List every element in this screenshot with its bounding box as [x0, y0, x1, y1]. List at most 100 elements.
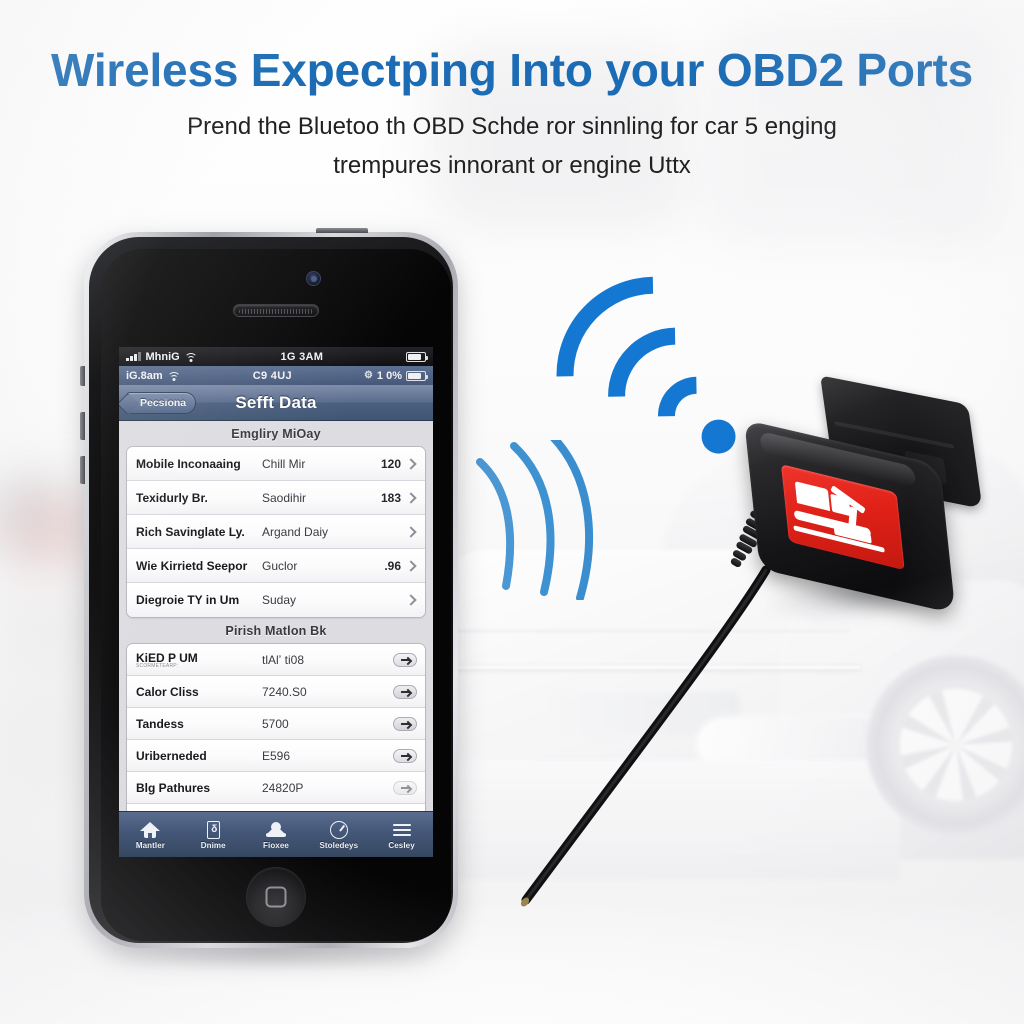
table-row[interactable]: Uriberneded E596 — [127, 740, 425, 772]
page-subtitle-line1: Prend the Bluetoo th OBD Schde ror sinnl… — [187, 113, 837, 140]
tab-label: Mantler — [135, 840, 165, 850]
obd2-bluetooth-dongle — [731, 375, 1004, 637]
table-row[interactable]: Calor Cliss 7240.S0 — [127, 676, 425, 708]
tab-label: Fioxee — [263, 840, 289, 850]
document-icon: δ — [203, 820, 223, 840]
arrow-right-icon[interactable] — [393, 652, 417, 667]
tab-fioxee[interactable]: Fioxee — [245, 812, 308, 857]
wifi-icon — [184, 352, 198, 362]
data-list[interactable]: Emgliry MiOay Mobile Inconaaing Chill Mi… — [119, 421, 433, 811]
row-value: Suday — [262, 593, 297, 607]
app-screen: MhniG 1G 3AM iG.8am C9 4UJ ⚙ 1 0% Pecsio… — [119, 347, 433, 857]
chevron-right-icon — [405, 559, 417, 572]
home-button-square-icon — [265, 886, 287, 908]
menu-icon — [392, 820, 412, 840]
row-label: Mobile Inconaaing — [136, 456, 241, 471]
row-value: 7240.S0 — [262, 684, 307, 699]
row-label: Tandess — [136, 716, 184, 731]
row-value: E596 — [262, 748, 291, 763]
mute-switch[interactable] — [80, 366, 85, 386]
back-button[interactable]: Pecsiona — [126, 391, 197, 414]
home-icon — [140, 820, 161, 840]
tab-mantler[interactable]: Mantler — [119, 812, 182, 857]
table-row[interactable]: KiED P UM SCORMETEARP: tlAlʼ ti08 — [127, 644, 425, 676]
arrow-right-icon[interactable] — [393, 748, 417, 763]
clock-label: C9 4UJ — [252, 369, 292, 382]
clock-label: 1G 3AM — [280, 350, 324, 363]
chevron-right-icon — [405, 457, 417, 470]
row-value: Saodihir — [262, 490, 307, 505]
status-bar-left: MhniG — [126, 351, 198, 363]
row-label: Diegroie TY in Um — [136, 593, 240, 607]
signal-bars-icon — [126, 352, 141, 361]
navigation-bar: Pecsiona Sefft Data — [119, 385, 433, 421]
table-row[interactable]: Texidurly Br. Saodihir 183 — [127, 481, 425, 515]
chevron-right-icon — [405, 525, 417, 538]
row-number: 120 — [380, 456, 401, 471]
battery-icon — [406, 370, 428, 381]
volume-down-button[interactable] — [80, 456, 85, 484]
table-row[interactable]: Blg Pathures 24820P — [127, 772, 425, 804]
page-subtitle: Prend the Bluetoo th OBD Schde ror sinnl… — [90, 108, 934, 186]
tab-cesley[interactable]: Cesley — [370, 812, 433, 857]
row-value: tlAlʼ ti08 — [262, 652, 305, 667]
wifi-icon — [167, 371, 181, 381]
status-bar-top: MhniG 1G 3AM — [119, 347, 433, 366]
table-row[interactable]: Wie Kirrietd Seepor Guclor .96 — [127, 549, 425, 583]
volume-up-button[interactable] — [80, 412, 85, 440]
battery-icon — [406, 351, 428, 362]
row-value: Chill Mir — [262, 456, 306, 471]
row-label: Uriberneded — [136, 748, 207, 763]
battery-percent-label: 1 0% — [376, 369, 402, 382]
chevron-right-icon — [405, 491, 417, 504]
phone-glass: MhniG 1G 3AM iG.8am C9 4UJ ⚙ 1 0% Pecsio… — [101, 249, 451, 941]
tab-stoledeys[interactable]: Stoledeys — [307, 812, 370, 857]
section-group: Mobile Inconaaing Chill Mir 120 Texidurl… — [126, 446, 426, 618]
row-label: Calor Cliss — [136, 684, 199, 699]
arrow-right-icon[interactable] — [393, 780, 417, 795]
arrow-right-icon[interactable] — [393, 716, 417, 731]
front-camera-icon — [306, 271, 321, 286]
home-button[interactable] — [246, 867, 306, 927]
carrier-label: MhniG — [145, 350, 180, 363]
earpiece-speaker — [233, 304, 319, 317]
phone-body: MhniG 1G 3AM iG.8am C9 4UJ ⚙ 1 0% Pecsio… — [89, 237, 453, 943]
vehicle-cab — [794, 481, 831, 512]
table-row[interactable]: Erigine Datal 608:0 — [127, 804, 425, 811]
section-group: KiED P UM SCORMETEARP: tlAlʼ ti08 Calor … — [126, 643, 426, 811]
row-label: Texidurly Br. — [136, 490, 208, 505]
smartphone: MhniG 1G 3AM iG.8am C9 4UJ ⚙ 1 0% Pecsio… — [80, 228, 458, 972]
table-row[interactable]: Mobile Inconaaing Chill Mir 120 — [127, 447, 425, 481]
row-sublabel: SCORMETEARP: — [136, 662, 179, 669]
cloud-icon — [265, 820, 286, 840]
status-bar-second: iG.8am C9 4UJ ⚙ 1 0% — [119, 366, 433, 385]
tab-dnime[interactable]: δ Dnime — [182, 812, 245, 857]
row-label: Wie Kirrietd Seepor — [136, 558, 248, 573]
page-subtitle-line2: trempures innorant or engine Uttx — [333, 151, 691, 179]
table-row[interactable]: Diegroie TY in Um Suday — [127, 583, 425, 617]
tab-label: Cesley — [388, 840, 415, 850]
tab-bar: Mantler δ Dnime Fioxee Stoledeys Cesley — [119, 811, 433, 857]
carrier-label: iG.8am — [126, 369, 163, 382]
table-row[interactable]: Tandess 5700 — [127, 708, 425, 740]
section-header: Pirish Matlon Bk — [225, 624, 327, 638]
tab-label: Dnime — [200, 840, 226, 850]
bluetooth-icon: ⚙ — [363, 370, 373, 381]
status-bar-right — [406, 351, 428, 362]
row-value: Guclor — [262, 558, 298, 573]
back-button-label: Pecsiona — [140, 396, 187, 409]
table-row[interactable]: Rich Savinglate Ly. Argand Daiy — [127, 515, 425, 549]
row-value: 5700 — [262, 716, 289, 731]
section-header: Emgliry MiOay — [231, 427, 321, 441]
row-number: .96 — [384, 558, 401, 573]
row-label: Blg Pathures — [136, 780, 211, 795]
status-bar-right: ⚙ 1 0% — [363, 369, 428, 382]
arrow-right-icon[interactable] — [393, 684, 417, 699]
gauge-icon — [329, 820, 349, 840]
row-label: KiED P UM SCORMETEARP: — [136, 651, 262, 669]
power-button[interactable] — [316, 228, 368, 233]
row-label: Rich Savinglate Ly. — [136, 524, 245, 539]
row-value: Argand Daiy — [262, 524, 329, 539]
row-value: 24820P — [262, 780, 304, 795]
row-number: 183 — [380, 490, 401, 505]
